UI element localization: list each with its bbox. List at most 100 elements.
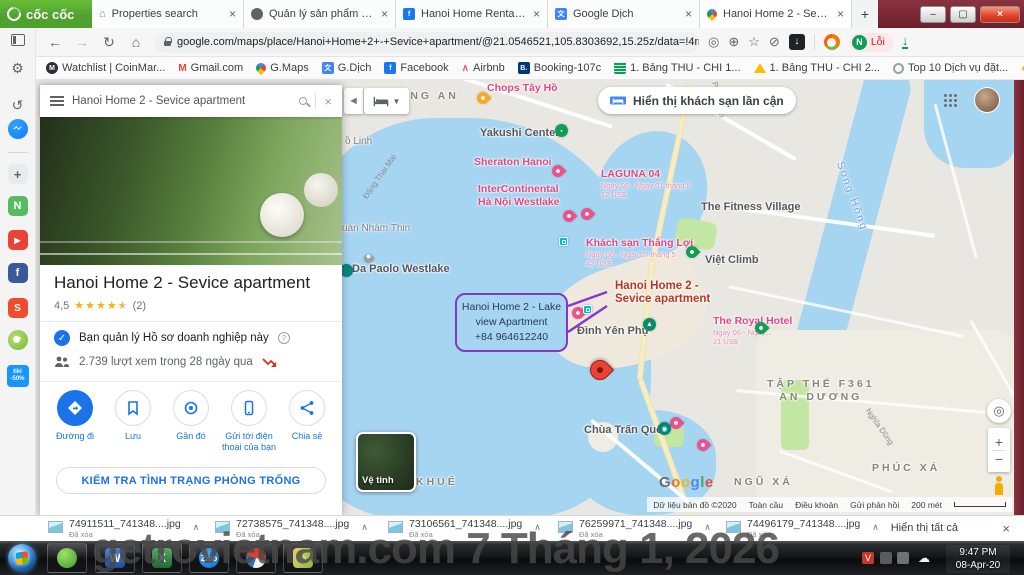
minimize-button[interactable]: – — [920, 6, 946, 23]
chevron-up-icon[interactable]: ∧ — [866, 522, 879, 533]
google-apps-grid-icon[interactable] — [944, 94, 947, 97]
tab-1[interactable]: ⌂Properties search× — [92, 0, 244, 28]
download-item[interactable]: 73106561_741348....jpgĐã xóa∧ — [388, 518, 541, 540]
profile-chip[interactable]: N Lỗi — [849, 33, 893, 52]
back-button[interactable]: ← — [46, 34, 64, 50]
forward-button[interactable]: → — [73, 34, 91, 50]
bookmark-coinmarket[interactable]: MWatchlist | CoinMar... — [46, 62, 165, 74]
search-input[interactable]: Hanoi Home 2 - Sevice apartment — [72, 95, 291, 107]
bookmark-airbnb[interactable]: ∧Airbnb — [462, 62, 505, 74]
map-teal-pin-icon[interactable] — [559, 237, 568, 246]
pegman-streetview-icon[interactable] — [992, 476, 1006, 496]
sidebar-add-plus-icon[interactable]: + — [7, 163, 29, 185]
bookmark-compass[interactable]: Top 10 Dịch vụ đặt... — [893, 62, 1008, 74]
taskbar-app-button[interactable]: ⌂ — [283, 543, 323, 573]
nearby-button[interactable]: Gần đó — [162, 390, 220, 454]
account-avatar[interactable] — [974, 87, 1000, 113]
clear-search-icon[interactable]: × — [324, 94, 332, 109]
bookmark-translate[interactable]: 文G.Dịch — [322, 62, 372, 74]
attribution-link[interactable]: 200 mét — [911, 500, 942, 510]
search-icon[interactable] — [299, 97, 307, 105]
send-to-phone-button[interactable]: Gửi tới điện thoại của bạn — [220, 390, 278, 454]
tray-icon[interactable] — [880, 552, 892, 564]
check-availability-button[interactable]: KIỂM TRA TÌNH TRẠNG PHÒNG TRỐNG — [56, 467, 326, 494]
sidebar-tiki-icon[interactable]: tiki-50% — [7, 365, 29, 387]
taskbar-browser-button[interactable] — [236, 543, 276, 573]
attribution-link[interactable]: Điều khoản — [795, 500, 838, 510]
coccoc-logo[interactable]: cốc cốc — [0, 0, 92, 28]
coccoc-menu-icon[interactable] — [824, 34, 840, 50]
sidebar-messenger-icon[interactable] — [7, 118, 29, 140]
rating-row[interactable]: 4,5 ★★★★★ (2) — [54, 299, 146, 312]
sidebar-facebook-icon[interactable]: f — [7, 262, 29, 284]
menu-hamburger-icon[interactable] — [50, 96, 64, 106]
satellite-layer-toggle[interactable]: Vệ tinh — [356, 432, 416, 492]
map-camera-icon[interactable]: ◉ — [658, 422, 671, 435]
attribution-link[interactable]: Toàn cầu — [749, 500, 784, 510]
chevron-up-icon[interactable]: ∧ — [528, 522, 541, 533]
adblock-shield-icon[interactable]: ⊘ — [769, 34, 780, 50]
reload-button[interactable]: ↻ — [100, 34, 118, 51]
home-button[interactable]: ⌂ — [127, 34, 145, 50]
help-icon[interactable]: ? — [278, 332, 290, 344]
download-item[interactable]: 74496179_741348....jpgĐã xóa∧ — [726, 518, 879, 540]
taskbar-zalo-button[interactable]: Zalo — [189, 543, 229, 573]
tab-2[interactable]: Quản lý sản phẩm - Tran× — [244, 0, 396, 28]
download-item[interactable]: 72738575_741348....jpgĐã xóa∧ — [215, 518, 368, 540]
maximize-button[interactable]: ▢ — [950, 6, 976, 23]
review-count[interactable]: (2) — [133, 300, 146, 312]
place-photo[interactable] — [40, 117, 342, 265]
download-item[interactable]: 74911511_741348....jpgĐã xóa∧ — [48, 518, 199, 540]
map-label-poi[interactable]: Da Paolo Westlake — [352, 263, 450, 276]
sidebar-settings-gear-icon[interactable]: ⚙ — [7, 57, 29, 79]
collapse-panel-button[interactable]: ◄ — [344, 88, 363, 114]
taskbar-word-button[interactable]: W — [95, 543, 135, 573]
map-label-pinkhotel[interactable]: LAGUNA 04Ngày 06 - Ngày 07 tháng 512 US$ — [601, 168, 691, 199]
zoom-in-button[interactable]: + — [995, 434, 1003, 450]
zoom-out-button[interactable]: − — [995, 451, 1003, 467]
sidebar-history-clock-icon[interactable]: ↺ — [7, 94, 29, 116]
download-manager-icon[interactable]: ↓ — [789, 34, 805, 50]
start-button[interactable] — [8, 544, 36, 572]
tray-alert-icon[interactable]: V — [862, 552, 874, 564]
hotel-filter-dropdown[interactable]: ▼ — [364, 88, 409, 114]
map-label-pinkhotel[interactable]: The Royal HotelNgày 06 - Ngày...21 US$ — [713, 315, 792, 346]
tray-cloud-icon[interactable]: ☁ — [918, 552, 930, 564]
close-button[interactable]: × — [980, 6, 1020, 23]
chevron-up-icon[interactable]: ∧ — [355, 522, 368, 533]
bookmark-maps[interactable]: G.Maps — [256, 62, 309, 74]
map-label-poi[interactable]: Yakushi Center — [480, 127, 559, 140]
downloads-arrow-icon[interactable]: ↓ — [902, 35, 909, 49]
map-label-pink[interactable]: Chops Tây Hồ — [487, 82, 558, 95]
my-location-button[interactable]: ◎ — [987, 399, 1011, 423]
map-label-pink[interactable]: Sheraton Hanoi — [474, 156, 552, 169]
map-greendot-icon[interactable]: ● — [555, 124, 568, 137]
taskbar-excel-button[interactable]: X — [142, 543, 182, 573]
show-nearby-hotels-button[interactable]: Hiển thị khách sạn lần cận — [598, 87, 796, 114]
map-label-red[interactable]: Hanoi Home 2 -Sevice apartment — [615, 280, 710, 306]
tab-close-icon[interactable]: × — [837, 7, 844, 21]
map-label-pink[interactable]: InterContinentalHà Nội Westlake — [478, 183, 560, 208]
bookmark-facebook[interactable]: fFacebook — [384, 62, 448, 74]
map-temple-icon[interactable]: ▲ — [643, 318, 656, 331]
bookmark-drive[interactable]: 1. Bảng THU - CHI 2... — [754, 62, 880, 74]
taskbar-coccoc-button[interactable] — [47, 543, 87, 573]
sidebar-note-app-icon[interactable]: N — [7, 195, 29, 217]
tab-5[interactable]: Hanoi Home 2 - Sevice× — [700, 0, 852, 28]
map-label-poi[interactable]: Việt Climb — [705, 254, 759, 267]
download-item[interactable]: 76259971_741348....jpgĐã xóa∧ — [558, 518, 711, 540]
tab-4[interactable]: 文Google Dịch× — [548, 0, 700, 28]
tray-icon[interactable] — [897, 552, 909, 564]
taskbar-clock[interactable]: 9:47 PM 08-Apr-20 — [946, 545, 1010, 573]
map-label-poi[interactable]: Chùa Trấn Quốc — [584, 424, 669, 437]
business-owner-row[interactable]: ✓ Bạn quản lý Hồ sơ doanh nghiệp này ? — [54, 330, 290, 346]
sidebar-shopee-icon[interactable]: S — [7, 297, 29, 319]
bookmark-star-icon[interactable]: ☆ — [748, 34, 760, 50]
share-button[interactable]: Chia sẻ — [278, 390, 336, 454]
bookmark-booking[interactable]: B.Booking-107c — [518, 62, 601, 74]
tab-3[interactable]: fHanoi Home Rental & S× — [396, 0, 548, 28]
map-label-poi[interactable]: The Fitness Village — [701, 201, 800, 214]
tab-close-icon[interactable]: × — [533, 7, 540, 21]
bookmark-sheets[interactable]: 1. Bảng THU - CHI 1... — [614, 62, 740, 74]
address-bar[interactable]: google.com/maps/place/Hanoi+Home+2+-+Sev… — [154, 32, 699, 53]
